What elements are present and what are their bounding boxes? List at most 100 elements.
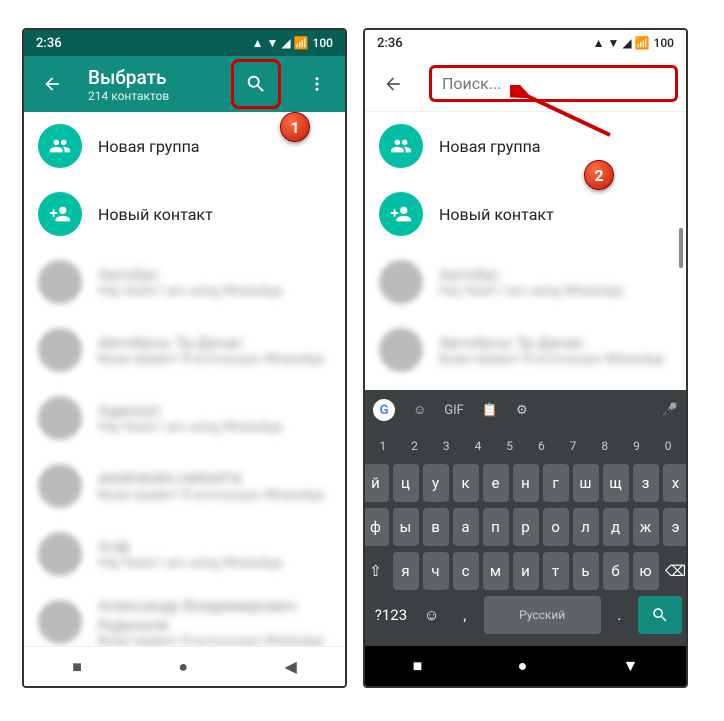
key-ь[interactable]: ь (573, 552, 599, 590)
contact-list[interactable]: Новая группа Новый контакт АвтобусHey th… (365, 112, 686, 390)
search-input[interactable] (429, 65, 678, 102)
contact-row[interactable]: АлфHey there! I am using WhatsApp (24, 520, 345, 588)
google-icon[interactable]: G (373, 399, 395, 421)
group-icon (379, 124, 423, 168)
app-header: Выбрать 214 контактов (24, 56, 345, 112)
menu-button[interactable] (297, 64, 337, 104)
step-badge-1: 1 (280, 112, 310, 142)
key-2[interactable]: 2 (401, 434, 429, 458)
comma-key[interactable]: , (450, 596, 479, 634)
shift-key[interactable]: ⇧ (363, 552, 389, 590)
emoji-key[interactable]: ☺ (417, 596, 446, 634)
key-б[interactable]: б (603, 552, 629, 590)
key-д[interactable]: д (603, 508, 629, 546)
key-р[interactable]: р (513, 508, 539, 546)
contact-row[interactable]: Александр Владимирович КудышовВсем приве… (24, 588, 345, 646)
key-о[interactable]: о (543, 508, 569, 546)
contact-list[interactable]: Новая группа Новый контакт АвтобусHey th… (24, 112, 345, 646)
back-button[interactable] (373, 64, 413, 104)
key-ч[interactable]: ч (423, 552, 449, 590)
backspace-key[interactable]: ⌫ (663, 552, 689, 590)
settings-icon[interactable]: ⚙ (516, 403, 528, 418)
clipboard-icon[interactable]: 📋 (482, 403, 498, 418)
nav-bar: ■ ● ▼ (365, 646, 686, 686)
key-г[interactable]: г (543, 464, 569, 502)
nav-home-icon[interactable]: ● (518, 656, 528, 676)
period-key[interactable]: . (605, 596, 634, 634)
new-group-row[interactable]: Новая группа (365, 112, 686, 180)
key-0[interactable]: 0 (654, 434, 682, 458)
key-ы[interactable]: ы (393, 508, 419, 546)
nav-recent-icon[interactable]: ■ (413, 656, 423, 676)
search-button[interactable] (236, 64, 276, 104)
keyboard: G ☺ GIF 📋 ⚙ 🎤 1234567890 йцукенгшщзх фыв… (365, 390, 686, 646)
key-е[interactable]: е (483, 464, 509, 502)
avatar (379, 328, 423, 372)
key-у[interactable]: у (423, 464, 449, 502)
key-я[interactable]: я (393, 552, 419, 590)
contact-row[interactable]: АдвокатHey there! I am using WhatsApp (365, 384, 686, 390)
key-м[interactable]: м (483, 552, 509, 590)
key-в[interactable]: в (423, 508, 449, 546)
nav-recent-icon[interactable]: ■ (72, 657, 82, 677)
key-з[interactable]: з (633, 464, 659, 502)
avatar (38, 464, 82, 508)
keyboard-num-row: 1234567890 (369, 434, 682, 458)
search-highlight (231, 59, 281, 109)
key-1[interactable]: 1 (369, 434, 397, 458)
key-п[interactable]: п (483, 508, 509, 546)
key-а[interactable]: а (453, 508, 479, 546)
key-ю[interactable]: ю (633, 552, 659, 590)
contact-row[interactable]: АКИНКИН НИКИТАВсем привет! Я использую W… (24, 452, 345, 520)
contact-row[interactable]: АвтобусHey there! I am using WhatsApp (365, 248, 686, 316)
key-9[interactable]: 9 (623, 434, 651, 458)
key-х[interactable]: х (663, 464, 689, 502)
key-и[interactable]: и (513, 552, 539, 590)
key-л[interactable]: л (573, 508, 599, 546)
avatar (379, 260, 423, 304)
key-й[interactable]: й (363, 464, 389, 502)
key-ф[interactable]: ф (363, 508, 389, 546)
status-icons: ▲ ▼ ◢ 📶 100 (252, 36, 333, 50)
nav-bar: ■ ● ◀ (24, 646, 345, 686)
key-ц[interactable]: ц (393, 464, 419, 502)
row-label: Новая группа (439, 137, 672, 156)
symbols-key[interactable]: ?123 (369, 596, 413, 634)
sticker-icon[interactable]: ☺ (413, 402, 426, 418)
nav-home-icon[interactable]: ● (178, 657, 188, 677)
key-щ[interactable]: щ (603, 464, 629, 502)
avatar (38, 532, 82, 576)
nav-keyboard-hide-icon[interactable]: ▼ (623, 656, 639, 676)
avatar (38, 328, 82, 372)
key-т[interactable]: т (543, 552, 569, 590)
new-contact-row[interactable]: Новый контакт (24, 180, 345, 248)
avatar (38, 260, 82, 304)
contact-row[interactable]: Автобусы Тр.ДачасВсем привет! Я использу… (365, 316, 686, 384)
key-с[interactable]: с (453, 552, 479, 590)
key-4[interactable]: 4 (464, 434, 492, 458)
key-н[interactable]: н (513, 464, 539, 502)
page-title: Выбрать (88, 66, 215, 89)
key-3[interactable]: 3 (432, 434, 460, 458)
space-key[interactable]: Русский (484, 596, 601, 634)
status-time: 2:36 (36, 36, 62, 51)
key-6[interactable]: 6 (528, 434, 556, 458)
key-ш[interactable]: ш (573, 464, 599, 502)
search-key[interactable] (638, 596, 682, 634)
row-label: Новый контакт (439, 205, 672, 224)
key-ж[interactable]: ж (633, 508, 659, 546)
back-button[interactable] (32, 64, 72, 104)
contact-row[interactable]: АдвокатHey there! I am using WhatsApp (24, 384, 345, 452)
key-к[interactable]: к (453, 464, 479, 502)
key-5[interactable]: 5 (496, 434, 524, 458)
key-8[interactable]: 8 (591, 434, 619, 458)
contact-row[interactable]: Автобусы Тр.ДачасВсем привет! Я использу… (24, 316, 345, 384)
nav-back-icon[interactable]: ◀ (284, 657, 296, 676)
new-contact-row[interactable]: Новый контакт (365, 180, 686, 248)
gif-button[interactable]: GIF (444, 403, 464, 418)
phone-right: 2:36 ▲ ▼ ◢ 📶 100 Новая группа Новый конт… (363, 28, 688, 688)
key-э[interactable]: э (663, 508, 689, 546)
mic-icon[interactable]: 🎤 (662, 403, 678, 418)
contact-row[interactable]: АвтобусHey there! I am using WhatsApp (24, 248, 345, 316)
key-7[interactable]: 7 (559, 434, 587, 458)
